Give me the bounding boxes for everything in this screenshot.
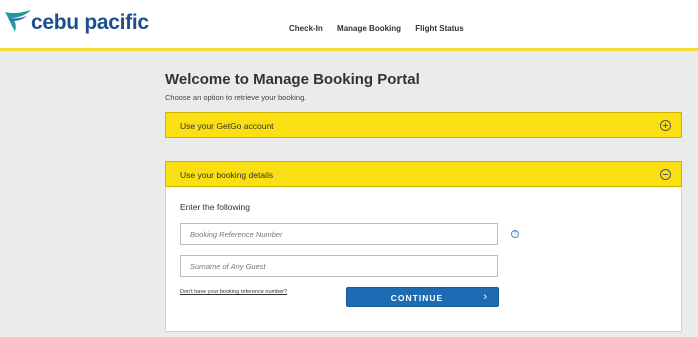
brand-name: cebu pacific bbox=[31, 11, 149, 34]
page-subtitle: Choose an option to retrieve your bookin… bbox=[165, 93, 307, 102]
booking-reference-input[interactable] bbox=[180, 223, 498, 245]
guest-surname-input[interactable] bbox=[180, 255, 498, 277]
question-circle-icon[interactable]: ? bbox=[511, 230, 519, 238]
top-nav: Check-In Manage Booking Flight Status bbox=[289, 24, 476, 33]
booking-details-panel-label: Use your booking details bbox=[180, 170, 274, 180]
cebu-pacific-logo[interactable]: cebu pacific bbox=[3, 6, 149, 36]
bird-logo-icon bbox=[5, 10, 31, 32]
page-title: Welcome to Manage Booking Portal bbox=[165, 71, 420, 88]
page-heading: Welcome to Manage Booking Portal Choose … bbox=[165, 71, 682, 102]
collapse-minus-icon[interactable] bbox=[660, 169, 671, 180]
no-booking-reference-link[interactable]: Don't have your booking reference number… bbox=[180, 289, 287, 295]
nav-check-in[interactable]: Check-In bbox=[289, 24, 323, 33]
chevron-right-icon: › bbox=[483, 291, 488, 303]
getgo-panel-header[interactable]: Use your GetGo account bbox=[165, 112, 682, 138]
getgo-panel-label: Use your GetGo account bbox=[180, 121, 274, 131]
booking-details-form: Enter the following ? Don't have your bo… bbox=[165, 187, 682, 332]
continue-button[interactable]: CONTINUE › bbox=[346, 287, 499, 307]
continue-button-label: CONTINUE bbox=[390, 293, 444, 303]
nav-flight-status[interactable]: Flight Status bbox=[415, 24, 463, 33]
booking-details-panel-header[interactable]: Use your booking details bbox=[165, 161, 682, 187]
expand-plus-icon[interactable] bbox=[660, 120, 671, 131]
site-header: cebu pacific Check-In Manage Booking Fli… bbox=[0, 0, 698, 51]
nav-manage-booking[interactable]: Manage Booking bbox=[337, 24, 401, 33]
form-instruction: Enter the following bbox=[180, 202, 250, 212]
